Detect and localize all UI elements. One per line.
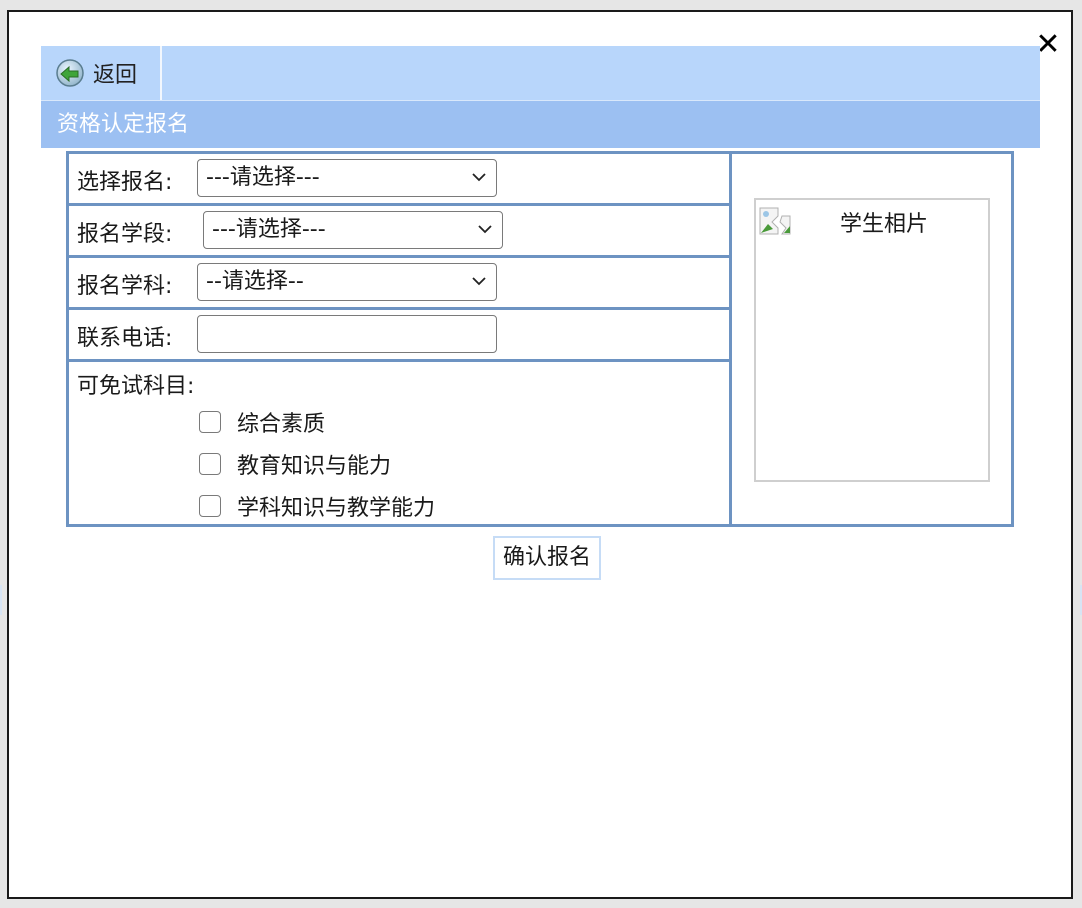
field-row-phone: 联系电话: (69, 310, 729, 362)
divider (0, 585, 2, 615)
back-button[interactable]: 返回 (41, 46, 162, 100)
student-photo: 学生相片 (754, 198, 990, 482)
registration-form: 选择报名: ---请选择--- 报名学段: ---请选择--- 报名学科: --… (66, 151, 1014, 527)
confirm-registration-button[interactable]: 确认报名 (493, 536, 601, 580)
subject-select-value: --请选择-- (206, 269, 304, 294)
field-row-registration: 选择报名: ---请选择--- (69, 154, 729, 206)
exempt-option-label: 学科知识与教学能力 (237, 496, 436, 521)
field-label-stage: 报名学段: (77, 222, 173, 247)
field-label-subject: 报名学科: (77, 274, 173, 299)
registration-select-value: ---请选择--- (206, 165, 320, 190)
back-button-label: 返回 (93, 63, 138, 88)
field-row-stage: 报名学段: ---请选择--- (69, 206, 729, 258)
registration-select[interactable]: ---请选择--- (197, 159, 497, 197)
exempt-checkbox-education[interactable] (199, 453, 221, 475)
field-label-registration: 选择报名: (77, 170, 173, 195)
subject-select[interactable]: --请选择-- (197, 263, 497, 301)
exempt-checkbox-subject-teaching[interactable] (199, 495, 221, 517)
toolbar: 返回 (41, 46, 1040, 101)
broken-image-icon (759, 207, 791, 235)
field-row-exempt: 可免试科目: 综合素质 教育知识与能力 学科知识与教学能力 (69, 362, 729, 524)
chevron-down-icon (472, 173, 486, 182)
page-title: 资格认定报名 (41, 101, 1040, 148)
student-photo-alt: 学生相片 (840, 212, 929, 237)
exempt-checkbox-comprehensive[interactable] (199, 411, 221, 433)
chevron-down-icon (472, 277, 486, 286)
photo-panel: 学生相片 (729, 154, 1011, 524)
field-label-exempt: 可免试科目: (77, 374, 195, 399)
back-arrow-icon (56, 59, 84, 87)
field-label-phone: 联系电话: (77, 326, 173, 351)
exempt-option-subject-teaching: 学科知识与教学能力 (199, 490, 435, 522)
exempt-option-comprehensive: 综合素质 (199, 406, 325, 438)
chevron-down-icon (478, 225, 492, 234)
stage-select-value: ---请选择--- (212, 217, 326, 242)
screen-background: ✕ 返回 资格认定报名 选择报名: ---请选择--- 报名学段: ---请选择… (0, 0, 1082, 908)
stage-select[interactable]: ---请选择--- (203, 211, 503, 249)
field-row-subject: 报名学科: --请选择-- (69, 258, 729, 310)
exempt-option-label: 综合素质 (237, 412, 326, 437)
exempt-option-label: 教育知识与能力 (237, 454, 392, 479)
form-fields: 选择报名: ---请选择--- 报名学段: ---请选择--- 报名学科: --… (69, 154, 729, 524)
registration-dialog: ✕ 返回 资格认定报名 选择报名: ---请选择--- 报名学段: ---请选择… (7, 10, 1073, 899)
phone-input[interactable] (197, 315, 497, 353)
exempt-option-education: 教育知识与能力 (199, 448, 391, 480)
